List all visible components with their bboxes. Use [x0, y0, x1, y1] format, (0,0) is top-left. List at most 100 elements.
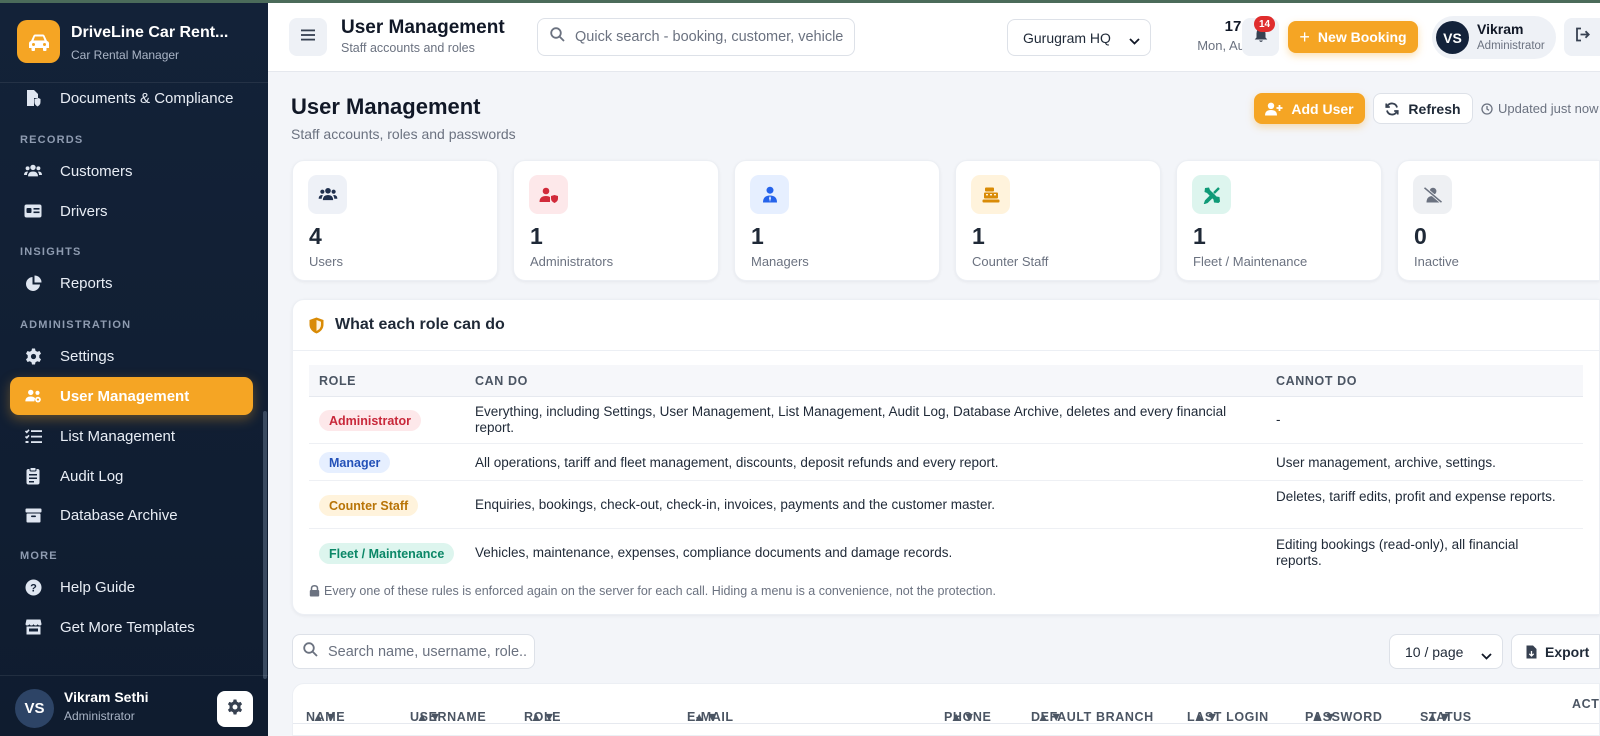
users-table: NAME ▲▼ USERNAME ▲▼ ROLE ▲▼ E-MAIL ▲▼ PHONE ▲…: [292, 683, 1600, 736]
sidebar-item-settings[interactable]: Settings: [10, 337, 253, 375]
id-card-icon: [24, 202, 42, 220]
new-booking-button[interactable]: + New Booking: [1288, 21, 1418, 53]
user-search-input[interactable]: [328, 643, 528, 660]
menu-toggle-button[interactable]: [289, 18, 327, 56]
sidebar-item-get-more-templates[interactable]: Get More Templates: [10, 608, 253, 646]
role-cannot-do: Editing bookings (read-only), all financ…: [1276, 537, 1519, 568]
sidebar-item-reports[interactable]: Reports: [10, 264, 253, 302]
role-can-do: Vehicles, maintenance, expenses, complia…: [475, 545, 953, 560]
svg-text:?: ?: [30, 582, 37, 594]
archive-icon: [24, 506, 42, 524]
user-slash-icon: [1413, 175, 1452, 214]
top-accent-line: [0, 0, 1600, 3]
role-can-do: Enquiries, bookings, check-out, check-in…: [475, 497, 996, 512]
header-subtitle: Staff accounts and roles: [341, 41, 475, 55]
refresh-label: Refresh: [1408, 100, 1461, 117]
role-can-do: All operations, tariff and fleet managem…: [475, 455, 999, 470]
sidebar-item-drivers[interactable]: Drivers: [10, 192, 253, 230]
sidebar-item-customers[interactable]: Customers: [10, 152, 253, 190]
list-icon: [24, 427, 42, 445]
stat-label: Inactive: [1414, 254, 1459, 269]
add-user-button[interactable]: Add User: [1254, 93, 1365, 124]
sort-icon: ▲▼: [1037, 710, 1063, 724]
stat-card-fleet-maintenance: 1 Fleet / Maintenance: [1176, 160, 1382, 281]
role-cannot-do: -: [1276, 412, 1281, 427]
updated-status: Updated just now: [1481, 101, 1598, 116]
sidebar: DriveLine Car Rent... Car Rental Manager…: [0, 3, 268, 736]
sidebar-item-documents-compliance[interactable]: Documents & Compliance: [10, 79, 253, 117]
sidebar-user-name: Vikram Sethi: [64, 689, 149, 705]
security-note-text: Every one of these rules is enforced aga…: [324, 584, 996, 598]
lock-icon: [309, 585, 320, 597]
table-row: Counter Staff Enquiries, bookings, check…: [309, 481, 1583, 529]
search-icon: [303, 641, 318, 662]
role-badge-administrator: Administrator: [319, 410, 421, 431]
sidebar-item-label: Get More Templates: [60, 618, 195, 636]
nav-section-more: MORE: [20, 550, 58, 562]
refresh-button[interactable]: Refresh: [1373, 93, 1473, 124]
clock-icon: [1481, 102, 1493, 115]
page-size-select[interactable]: 10 / page: [1389, 634, 1503, 669]
hamburger-icon: [301, 28, 315, 46]
car-icon: [17, 20, 60, 63]
sort-icon: ▲▼: [1311, 710, 1337, 724]
sort-icon: ▲▼: [1426, 710, 1452, 724]
sidebar-item-label: Documents & Compliance: [60, 89, 234, 107]
question-circle-icon: ?: [24, 578, 42, 596]
tools-icon: [1192, 175, 1231, 214]
brand-subtitle: Car Rental Manager: [71, 48, 180, 62]
stat-value: 1: [751, 223, 764, 249]
export-label: Export: [1545, 643, 1590, 660]
sort-icon: ▲▼: [950, 710, 976, 724]
page-title: User Management: [291, 94, 481, 119]
sidebar-item-label: Reports: [60, 274, 113, 292]
avatar[interactable]: VS: [15, 689, 54, 728]
sidebar-item-audit-log[interactable]: Audit Log: [10, 457, 253, 495]
branch-select-value: Gurugram HQ: [1023, 29, 1111, 46]
sidebar-item-list-management[interactable]: List Management: [10, 417, 253, 455]
new-booking-label: New Booking: [1317, 29, 1407, 45]
stat-value: 1: [530, 223, 543, 249]
export-button[interactable]: Export: [1511, 634, 1600, 669]
column-header-can-do: CAN DO: [475, 374, 528, 388]
user-settings-button[interactable]: [217, 691, 253, 727]
stat-card-users: 4 Users: [292, 160, 498, 281]
sidebar-item-user-management[interactable]: User Management: [10, 377, 253, 415]
role-badge-manager: Manager: [319, 452, 391, 473]
role-can-do: Everything, including Settings, User Man…: [475, 404, 1227, 435]
header-user-menu[interactable]: VS Vikram Administrator: [1432, 16, 1556, 59]
add-user-label: Add User: [1291, 100, 1354, 117]
brand: DriveLine Car Rent... Car Rental Manager: [0, 3, 268, 83]
user-search: [292, 634, 535, 669]
plus-icon: +: [1299, 26, 1310, 47]
branch-select[interactable]: Gurugram HQ: [1007, 19, 1151, 56]
sort-icon: ▲▼: [530, 710, 556, 724]
sidebar-item-database-archive[interactable]: Database Archive: [10, 496, 253, 534]
logout-button[interactable]: [1564, 18, 1600, 56]
sidebar-item-help-guide[interactable]: ? Help Guide: [10, 568, 253, 606]
store-icon: [24, 618, 42, 636]
chevron-down-icon: [1129, 32, 1140, 48]
stat-label: Users: [309, 254, 343, 269]
table-row: Manager All operations, tariff and fleet…: [309, 444, 1583, 481]
pie-chart-icon: [24, 274, 42, 292]
gear-icon: [24, 347, 42, 365]
stat-value: 0: [1414, 223, 1427, 249]
quick-search-input[interactable]: [575, 29, 843, 45]
roles-table-header: ROLE CAN DO CANNOT DO: [309, 365, 1583, 397]
stat-label: Fleet / Maintenance: [1193, 254, 1308, 269]
roles-permissions-card: What each role can do ROLE CAN DO CANNOT…: [292, 299, 1600, 615]
stat-value: 1: [1193, 223, 1206, 249]
sort-icon: ▲▼: [416, 710, 442, 724]
sort-icon: ▲▼: [1193, 710, 1219, 724]
stat-label: Administrators: [530, 254, 614, 269]
sidebar-scrollbar[interactable]: [263, 411, 267, 679]
user-shield-icon: [529, 175, 568, 214]
stat-card-counter-staff: 1 Counter Staff: [955, 160, 1161, 281]
sidebar-user-panel: VS Vikram Sethi Administrator: [0, 675, 268, 736]
shield-icon: [309, 317, 324, 339]
user-tie-icon: [750, 175, 789, 214]
column-header-cannot-do: CANNOT DO: [1276, 374, 1358, 388]
avatar: VS: [1436, 21, 1469, 54]
role-cannot-do: User management, archive, settings.: [1276, 455, 1496, 470]
